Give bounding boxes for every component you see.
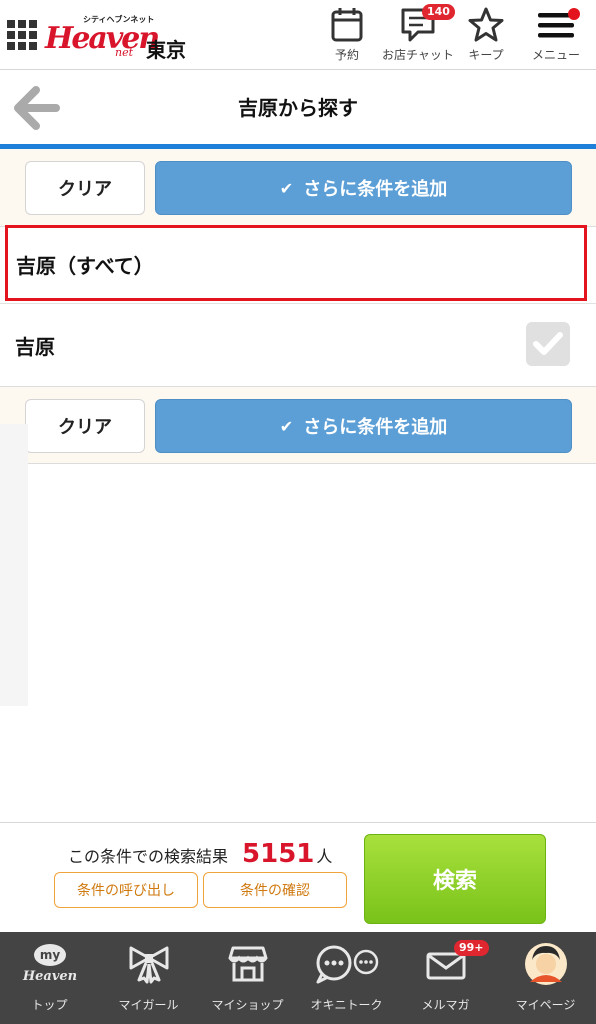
notification-dot: [568, 8, 580, 20]
recall-conditions-button[interactable]: 条件の呼び出し: [54, 872, 198, 908]
confirm-conditions-button[interactable]: 条件の確認: [203, 872, 347, 908]
nav-item-top[interactable]: my Heaven トップ: [0, 932, 99, 1024]
header: シティヘブンネット Heaven net 東京 予約 お店チャット 140 キー…: [0, 0, 596, 70]
logo-net-text: net: [115, 46, 134, 59]
nav-label-okini-talk: オキニトーク: [310, 998, 383, 1012]
logo-main-text: Heaven: [45, 21, 160, 56]
shop-chat-button[interactable]: お店チャット 140: [380, 4, 456, 68]
mail-badge: 99+: [454, 940, 489, 956]
list-item-all[interactable]: 吉原（すべて）: [5, 225, 587, 301]
nav-label-my-girl: マイガール: [118, 998, 179, 1012]
result-count: 5151: [242, 839, 315, 869]
nav-item-my-shop[interactable]: マイショップ: [198, 932, 297, 1024]
calendar-icon: [331, 8, 363, 42]
result-unit: 人: [316, 847, 333, 866]
logo[interactable]: シティヘブンネット Heaven net: [45, 14, 160, 59]
search-button[interactable]: 検索: [364, 834, 546, 924]
checkmark-icon: ✔: [279, 416, 294, 436]
clear-button-bottom[interactable]: クリア: [25, 399, 145, 453]
star-icon: [468, 7, 504, 42]
avatar-icon: [524, 943, 567, 985]
list-item-label: 吉原: [15, 335, 55, 359]
checkmark-icon: ✔: [279, 178, 294, 198]
add-condition-button[interactable]: ✔ さらに条件を追加: [155, 161, 572, 215]
list-item[interactable]: 吉原: [0, 304, 596, 384]
add-condition-label: さらに条件を追加: [303, 179, 448, 200]
menu-label: メニュー: [531, 48, 580, 62]
nav-label-my-shop: マイショップ: [211, 998, 284, 1012]
nav-label-my-page: マイページ: [515, 998, 576, 1012]
result-summary: この条件での検索結果 5151 人: [68, 839, 332, 869]
menu-button[interactable]: メニュー: [526, 6, 586, 68]
check-icon: [533, 332, 563, 355]
my-heaven-icon-top-text: my: [39, 948, 60, 962]
list-item-all-label: 吉原（すべて）: [16, 254, 154, 278]
nav-item-mail-magazine[interactable]: 99+ メルマガ: [396, 932, 495, 1024]
nav-label-top: トップ: [31, 998, 68, 1012]
page-title: 吉原から探す: [238, 96, 358, 120]
my-heaven-icon-bottom-text: Heaven: [21, 969, 76, 984]
list-item-checkbox[interactable]: [526, 322, 570, 366]
left-gutter: [0, 424, 28, 706]
shop-chat-label: お店チャット: [382, 48, 454, 62]
reserve-button[interactable]: 予約: [326, 6, 368, 68]
nav-item-my-page[interactable]: マイページ: [495, 932, 596, 1024]
search-result-bar: この条件での検索結果 5151 人 条件の呼び出し 条件の確認 検索: [0, 822, 596, 932]
speech-bubbles-icon: [316, 945, 378, 984]
nav-label-mail-magazine: メルマガ: [421, 998, 470, 1012]
reserve-label: 予約: [334, 48, 359, 62]
title-bar: 吉原から探す: [0, 70, 596, 144]
clear-button[interactable]: クリア: [25, 161, 145, 215]
bottom-nav: my Heaven トップ マイガール マイショップ オキニトーク 99+ メル…: [0, 932, 596, 1024]
add-condition-button-bottom[interactable]: ✔ さらに条件を追加: [155, 399, 572, 453]
bottom-action-bar: クリア ✔ さらに条件を追加: [0, 386, 596, 464]
keep-button[interactable]: キープ: [465, 6, 507, 68]
shop-icon: [228, 946, 267, 982]
top-action-bar: クリア ✔ さらに条件を追加: [0, 149, 596, 227]
add-condition-label: さらに条件を追加: [303, 417, 448, 438]
nav-item-okini-talk[interactable]: オキニトーク: [297, 932, 396, 1024]
chat-badge: 140: [422, 4, 455, 20]
my-heaven-icon: my Heaven: [21, 944, 77, 984]
result-prefix: この条件での検索結果: [68, 847, 229, 866]
nav-item-my-girl[interactable]: マイガール: [99, 932, 198, 1024]
app-grid-icon[interactable]: [7, 20, 37, 50]
ribbon-icon: [129, 946, 168, 984]
region-label[interactable]: 東京: [146, 34, 186, 63]
keep-label: キープ: [468, 48, 504, 62]
